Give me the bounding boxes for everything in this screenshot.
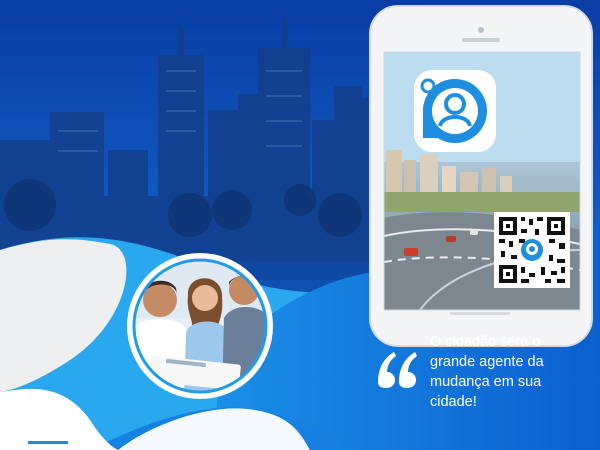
qr-code-icon <box>494 212 570 288</box>
quote-icon <box>378 352 417 388</box>
banner: O cidadão será o grande agente da mudanç… <box>0 0 600 450</box>
quote-text: O cidadão será o grande agente da mudanç… <box>430 334 544 410</box>
location-user-icon <box>414 70 496 152</box>
smartphone <box>369 5 593 347</box>
bottom-accent-line <box>28 441 68 444</box>
